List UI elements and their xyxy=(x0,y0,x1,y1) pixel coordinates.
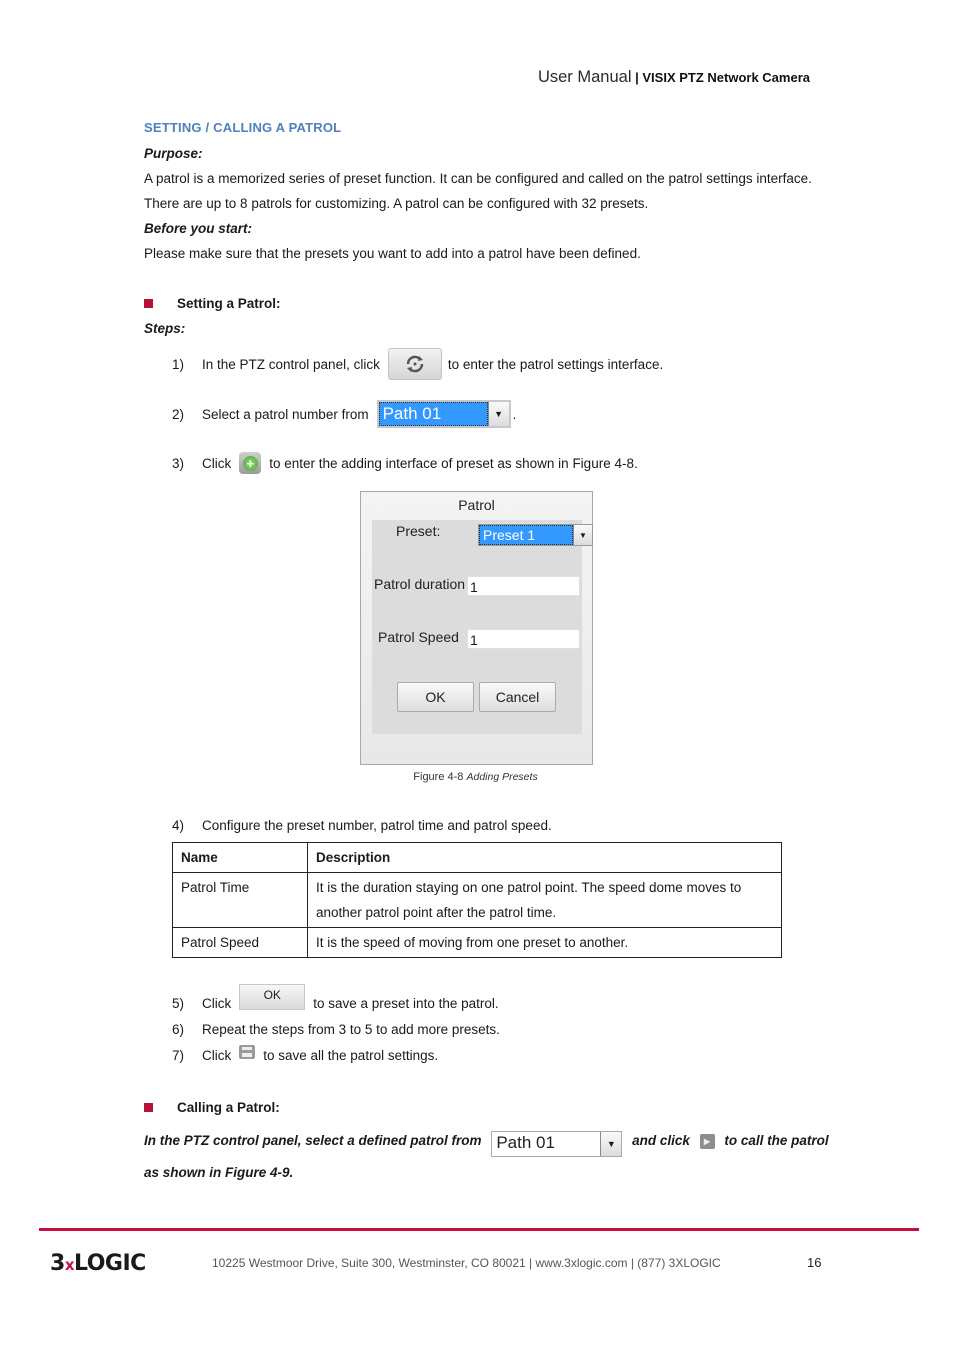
step-7: 7) Click to save all the patrol settings… xyxy=(172,1044,439,1063)
path-select-value: Path 01 xyxy=(378,402,488,426)
step-text: Click xyxy=(202,1048,232,1063)
step-number: 1) xyxy=(172,356,185,372)
patrol-cycle-icon[interactable] xyxy=(387,348,442,380)
step-2: 2) Select a patrol number from Path 01 ▼… xyxy=(172,400,516,428)
step-text: Click xyxy=(202,995,232,1011)
duration-input[interactable]: 1 xyxy=(467,576,580,596)
calling-text-middle: and click xyxy=(632,1133,690,1148)
table-cell: It is the speed of moving from one prese… xyxy=(307,927,782,958)
footer-address: 10225 Westmoor Drive, Suite 300, Westmin… xyxy=(212,1256,721,1270)
patrol-dialog: Patrol Preset: Preset 1 ▼ Patrol duratio… xyxy=(360,491,593,765)
add-preset-icon[interactable]: + xyxy=(239,452,262,474)
company-logo: 3xLOGIC xyxy=(50,1251,146,1276)
page-header: User Manual | VISIX PTZ Network Camera xyxy=(0,68,810,87)
page-number: 16 xyxy=(807,1255,822,1270)
step-number: 5) xyxy=(172,995,185,1011)
table-header: Name xyxy=(172,842,308,873)
chevron-down-icon[interactable]: ▼ xyxy=(573,525,592,545)
speed-label: Patrol Speed xyxy=(378,629,459,645)
table-header: Description xyxy=(307,842,782,873)
play-icon[interactable]: ▶ xyxy=(699,1134,715,1149)
calling-title: Calling a Patrol: xyxy=(177,1100,280,1115)
patrol-path-select[interactable]: Path 01 ▼ xyxy=(376,400,511,428)
step-1: 1) In the PTZ control panel, click to en… xyxy=(172,348,663,380)
step-text: Repeat the steps from 3 to 5 to add more… xyxy=(202,1022,500,1037)
step-text: Configure the preset number, patrol time… xyxy=(202,818,552,833)
step-number: 7) xyxy=(172,1048,185,1063)
step-text-after: to save a preset into the patrol. xyxy=(313,995,499,1011)
figure-caption: Figure 4-8 Adding Presets xyxy=(360,771,591,783)
doc-title: User Manual xyxy=(537,68,632,86)
preset-label: Preset: xyxy=(396,523,441,539)
table-header-row: Name Description xyxy=(172,842,782,873)
save-icon[interactable] xyxy=(239,1044,256,1059)
step-text-after: to enter the adding interface of preset … xyxy=(269,455,638,471)
chevron-down-icon[interactable]: ▼ xyxy=(600,1132,622,1156)
figure-title: Adding Presets xyxy=(466,771,538,783)
duration-label: Patrol duration xyxy=(374,576,466,592)
dialog-body: Preset: Preset 1 ▼ Patrol duration 1 Pat… xyxy=(372,520,593,734)
before-label: Before you start: xyxy=(144,221,253,236)
step-text: Click xyxy=(202,455,232,471)
step-text-after: to save all the patrol settings. xyxy=(263,1048,439,1063)
header-separator: | xyxy=(631,70,643,85)
table-row: Patrol Speed It is the speed of moving f… xyxy=(172,927,782,958)
purpose-label: Purpose: xyxy=(144,146,203,161)
cancel-button[interactable]: Cancel xyxy=(479,682,556,712)
step-number: 3) xyxy=(172,455,185,471)
section-title: SETTING / CALLING A PATROL xyxy=(144,120,342,135)
calling-bullet: Calling a Patrol: xyxy=(144,1100,280,1115)
step-5: 5) Click OK to save a preset into the pa… xyxy=(172,984,499,1016)
step-6: 6) Repeat the steps from 3 to 5 to add m… xyxy=(172,1022,500,1037)
step-text: Select a patrol number from xyxy=(202,406,369,422)
path-select-value: Path 01 xyxy=(496,1133,555,1152)
figure-number: Figure 4-8 xyxy=(413,771,464,783)
setting-bullet: Setting a Patrol: xyxy=(144,296,281,311)
step-text: In the PTZ control panel, click xyxy=(202,356,380,372)
before-text: Please make sure that the presets you wa… xyxy=(144,246,641,261)
speed-input[interactable]: 1 xyxy=(467,629,580,649)
footer-divider xyxy=(39,1228,919,1231)
table-row: Patrol Time It is the duration staying o… xyxy=(172,872,782,928)
preset-select-value: Preset 1 xyxy=(479,525,573,545)
parameter-table: Name Description Patrol Time It is the d… xyxy=(172,842,782,958)
table-cell: Patrol Speed xyxy=(172,927,308,958)
logo-prefix: 3 xyxy=(50,1251,65,1276)
defined-patrol-select[interactable]: Path 01 ▼ xyxy=(491,1131,623,1157)
bullet-square-icon xyxy=(144,299,153,308)
logo-x: x xyxy=(64,1256,75,1274)
step-number: 2) xyxy=(172,406,185,422)
ok-button[interactable]: OK xyxy=(397,682,474,712)
ok-button-icon[interactable]: OK xyxy=(239,984,306,1010)
step-number: 6) xyxy=(172,1022,185,1037)
purpose-text: A patrol is a memorized series of preset… xyxy=(144,171,812,211)
step-text-after: . xyxy=(512,406,517,422)
logo-suffix: LOGIC xyxy=(74,1251,146,1276)
chevron-down-icon[interactable]: ▼ xyxy=(487,402,509,426)
product-name: VISIX PTZ Network Camera xyxy=(642,70,810,85)
step-3: 3) Click + to enter the adding interface… xyxy=(172,452,638,474)
calling-text: In the PTZ control panel, select a defin… xyxy=(144,1125,834,1188)
step-text-after: to enter the patrol settings interface. xyxy=(447,356,664,372)
setting-title: Setting a Patrol: xyxy=(177,296,281,311)
step-number: 4) xyxy=(172,818,185,833)
preset-select[interactable]: Preset 1 ▼ xyxy=(478,524,593,546)
table-cell: It is the duration staying on one patrol… xyxy=(307,872,782,928)
bullet-square-icon xyxy=(144,1103,153,1112)
step-4: 4) Configure the preset number, patrol t… xyxy=(172,818,552,833)
steps-label: Steps: xyxy=(144,321,186,336)
calling-text-before: In the PTZ control panel, select a defin… xyxy=(144,1133,482,1148)
table-cell: Patrol Time xyxy=(172,872,308,928)
dialog-title: Patrol xyxy=(458,497,495,513)
